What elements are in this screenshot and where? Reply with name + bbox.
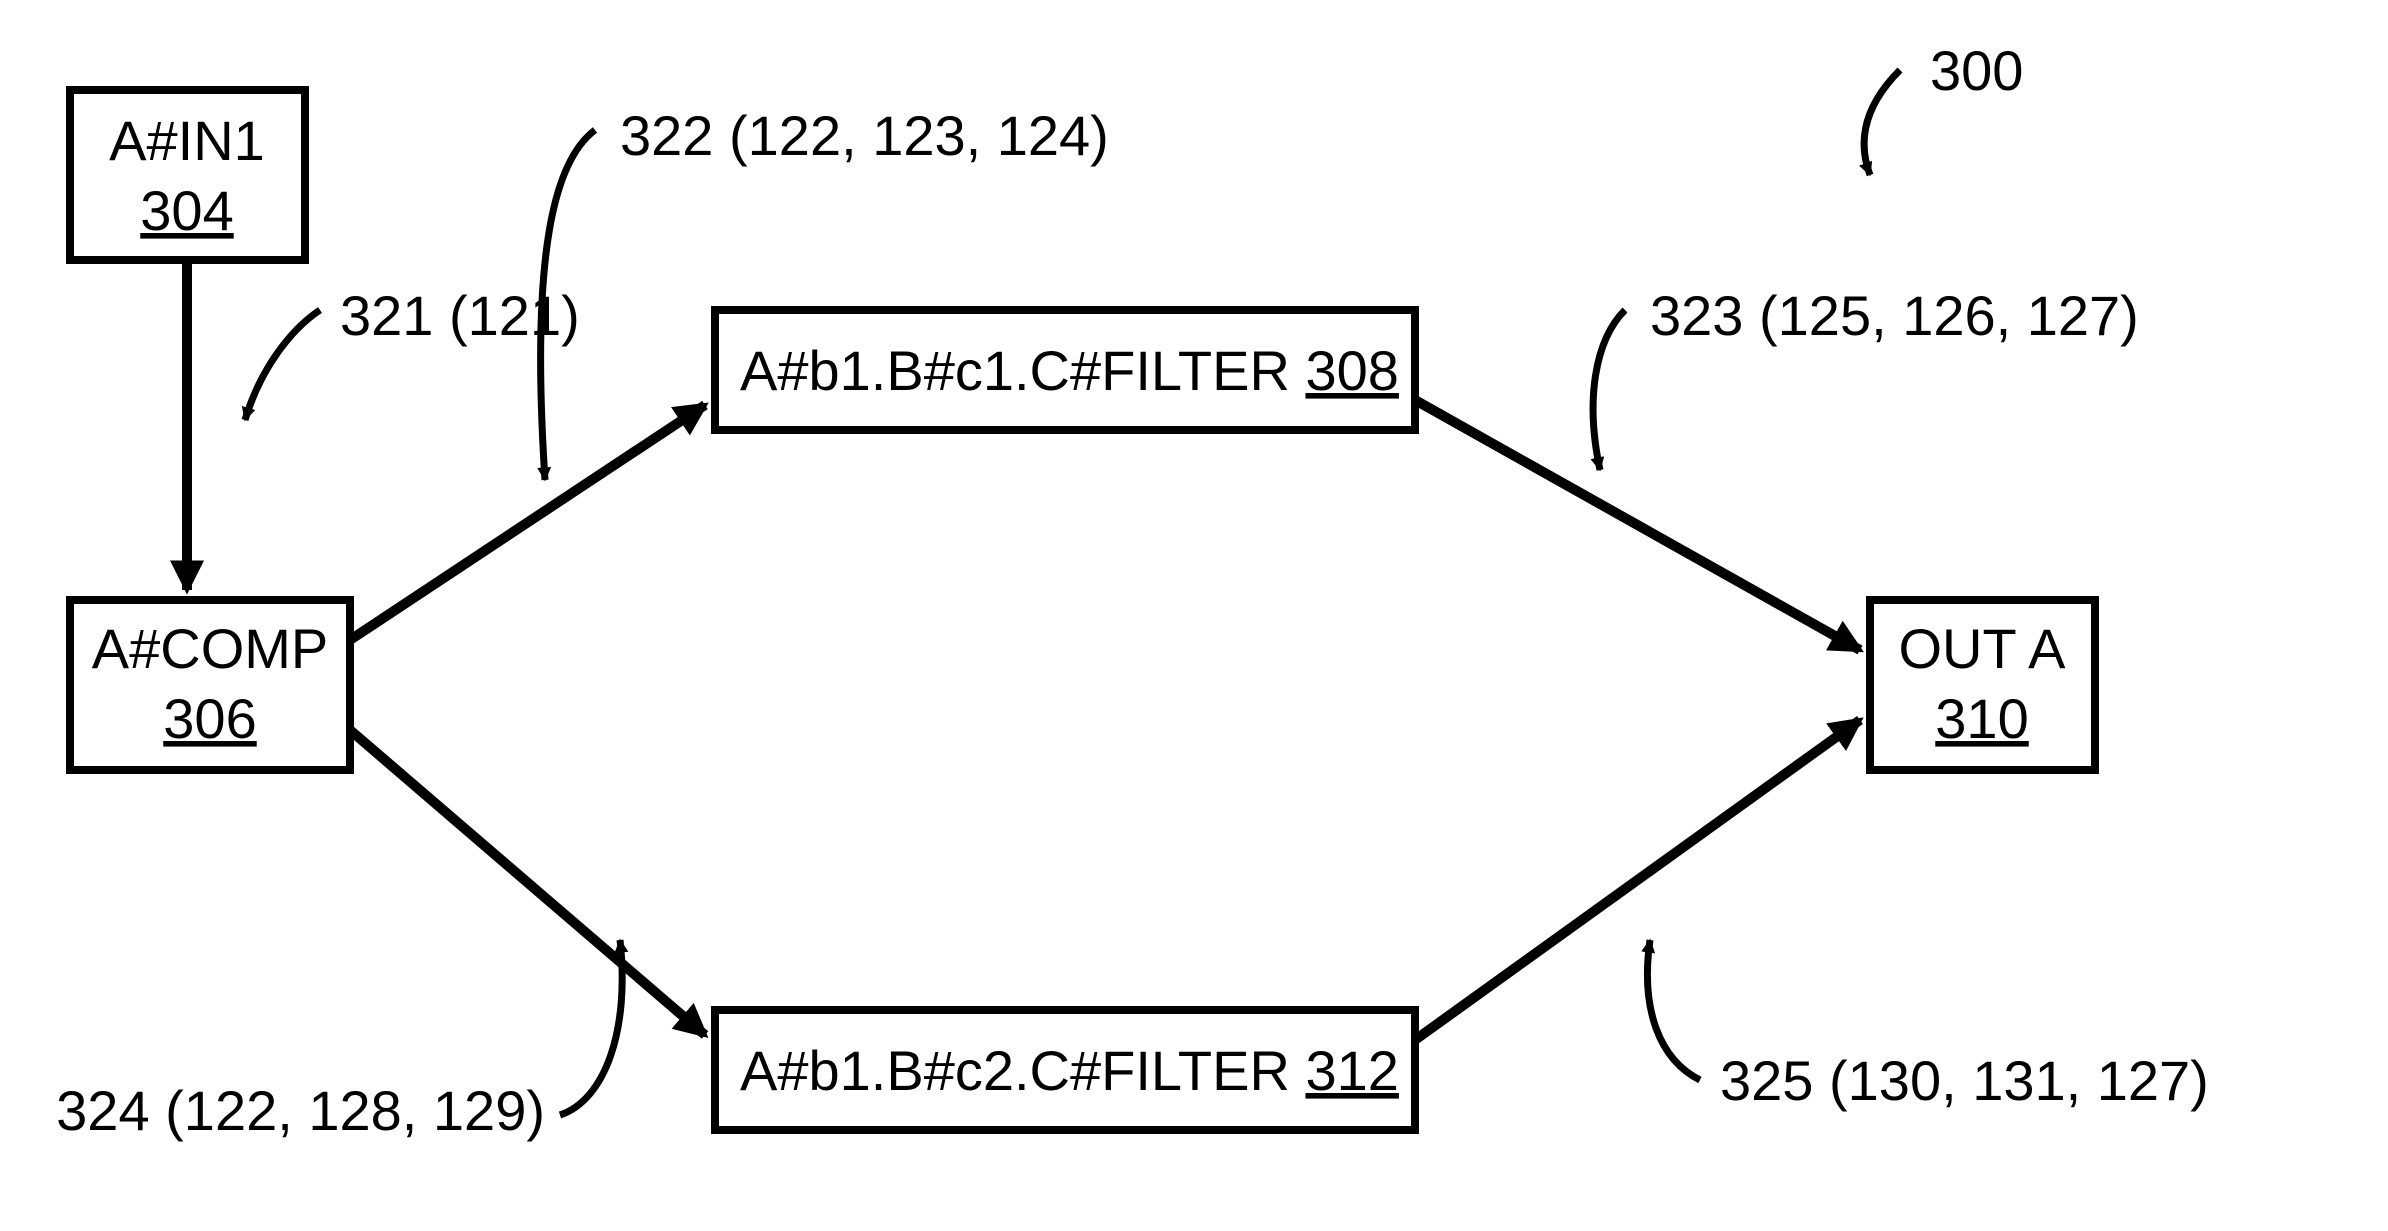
node-filter2: A#b1.B#c2.C#FILTER 312: [715, 1010, 1415, 1130]
svg-text:OUT A: OUT A: [1898, 617, 2066, 680]
svg-text:A#b1.B#c2.C#FILTER: A#b1.B#c2.C#FILTER 312: [740, 1039, 1399, 1102]
svg-text:310: 310: [1935, 687, 2028, 750]
svg-text:306: 306: [163, 687, 256, 750]
svg-text:A#IN1: A#IN1: [109, 109, 265, 172]
edge-325: [1415, 720, 1860, 1040]
edge-324: [350, 730, 705, 1035]
callout-321-num: 321: [340, 284, 433, 347]
callout-322-num: 322: [620, 104, 713, 167]
svg-text:324 (122, 128, 1: 324 (122, 128, 129): [56, 1079, 545, 1142]
callout-324: 324 (122, 128, 129): [56, 940, 622, 1142]
svg-text:304: 304: [140, 179, 233, 242]
diagram-canvas: A#IN1 304 A#COMP 306 A#b1.B#c1.C#FILTER …: [0, 0, 2388, 1231]
node-out: OUT A 310: [1870, 600, 2095, 770]
svg-text:300: 300: [1930, 39, 2023, 102]
node-in1-title: A#IN1: [109, 109, 265, 172]
node-comp: A#COMP 306: [70, 600, 350, 770]
callout-325-num: 325: [1720, 1049, 1813, 1112]
node-comp-ref: 306: [163, 687, 256, 750]
node-filter2-ref: 312: [1305, 1039, 1398, 1102]
callout-321: 321 (121): [245, 284, 580, 420]
node-filter1-ref: 308: [1305, 339, 1398, 402]
callout-323-parens: (125, 126, 127): [1759, 284, 2139, 347]
svg-text:325 (130, 131, 1: 325 (130, 131, 127): [1720, 1049, 2209, 1112]
node-filter2-title: A#b1.B#c2.C#FILTER: [740, 1039, 1290, 1102]
node-in1: A#IN1 304: [70, 90, 305, 260]
svg-text:A#b1.B#c1.C#FILTER: A#b1.B#c1.C#FILTER 308: [740, 339, 1399, 402]
edge-322: [350, 405, 705, 640]
callout-323: 323 (125, 126, 127): [1593, 284, 2139, 470]
callout-325-parens: (130, 131, 127): [1829, 1049, 2209, 1112]
node-comp-title: A#COMP: [92, 617, 329, 680]
figure-ref: 300: [1864, 39, 2023, 175]
node-in1-ref: 304: [140, 179, 233, 242]
figure-ref-num: 300: [1930, 39, 2023, 102]
svg-text:323 (125, 126, 1: 323 (125, 126, 127): [1650, 284, 2139, 347]
callout-324-num: 324: [56, 1079, 149, 1142]
callout-322-parens: (122, 123, 124): [729, 104, 1109, 167]
node-out-ref: 310: [1935, 687, 2028, 750]
node-filter1: A#b1.B#c1.C#FILTER 308: [715, 310, 1415, 430]
node-out-title: OUT A: [1898, 617, 2066, 680]
callout-325: 325 (130, 131, 127): [1647, 940, 2208, 1112]
svg-text:A#COMP: A#COMP: [92, 617, 329, 680]
node-filter1-title: A#b1.B#c1.C#FILTER: [740, 339, 1290, 402]
callout-321-parens: (121): [449, 284, 580, 347]
edge-323: [1415, 400, 1860, 650]
svg-text:322 (122, 123, 1: 322 (122, 123, 124): [620, 104, 1109, 167]
callout-324-parens: (122, 128, 129): [165, 1079, 545, 1142]
callout-323-num: 323: [1650, 284, 1743, 347]
